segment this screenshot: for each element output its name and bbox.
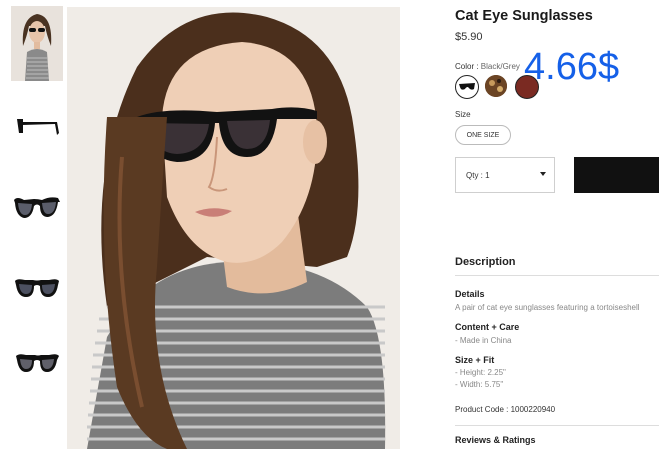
thumbnail-side-view[interactable] — [11, 98, 63, 150]
quantity-select[interactable]: Qty : 1 — [455, 157, 555, 193]
thumbnail-folded-view[interactable] — [11, 336, 63, 388]
thumbnail-angle-view[interactable] — [11, 180, 63, 232]
color-label-text: Color : — [455, 62, 479, 71]
product-price: $5.90 — [455, 31, 483, 43]
add-to-bag-button[interactable] — [574, 157, 659, 193]
description-heading: Description — [455, 256, 516, 268]
black-sunglasses-swatch-icon — [459, 83, 475, 90]
sunglasses-angle-icon — [14, 197, 60, 218]
thumbnail-front-view[interactable] — [11, 262, 63, 314]
size-label: Size — [455, 110, 471, 119]
color-swatch-black[interactable] — [455, 75, 479, 99]
product-code: Product Code : 1000220940 — [455, 405, 556, 414]
size-fit-width: - Width: 5.75" — [455, 380, 504, 389]
divider — [455, 425, 659, 426]
product-title: Cat Eye Sunglasses — [455, 8, 593, 24]
main-product-photo[interactable] — [67, 7, 400, 449]
thumbnail-model[interactable] — [11, 6, 63, 81]
divider — [455, 275, 659, 276]
content-care-text: - Made in China — [455, 336, 512, 345]
model-wearing-sunglasses-image — [67, 7, 400, 449]
thumbnail-gallery — [0, 0, 67, 449]
color-selected-value: Black/Grey — [480, 62, 520, 71]
details-heading: Details — [455, 289, 485, 299]
model-thumbnail-image — [11, 6, 63, 81]
content-care-heading: Content + Care — [455, 322, 520, 332]
size-fit-heading: Size + Fit — [455, 355, 495, 365]
sunglasses-front-icon — [15, 279, 59, 297]
details-text: A pair of cat eye sunglasses featuring a… — [455, 303, 640, 312]
sunglasses-side-icon — [17, 119, 59, 135]
size-fit-height: - Height: 2.25" — [455, 368, 506, 377]
color-swatch-tortoise[interactable] — [485, 75, 507, 97]
sunglasses-folded-icon — [16, 354, 59, 372]
color-label: Color : Black/Grey — [455, 62, 520, 71]
reviews-ratings-link[interactable]: Reviews & Ratings — [455, 435, 536, 445]
size-option-button[interactable]: ONE SIZE — [455, 125, 511, 145]
caret-down-icon — [540, 172, 546, 176]
tortoise-swatch-icon — [485, 75, 507, 97]
overlay-price: 4.66$ — [524, 46, 620, 88]
quantity-value: Qty : 1 — [466, 170, 490, 180]
product-info-panel: Cat Eye Sunglasses $5.90 Color : Black/G… — [455, 0, 659, 449]
